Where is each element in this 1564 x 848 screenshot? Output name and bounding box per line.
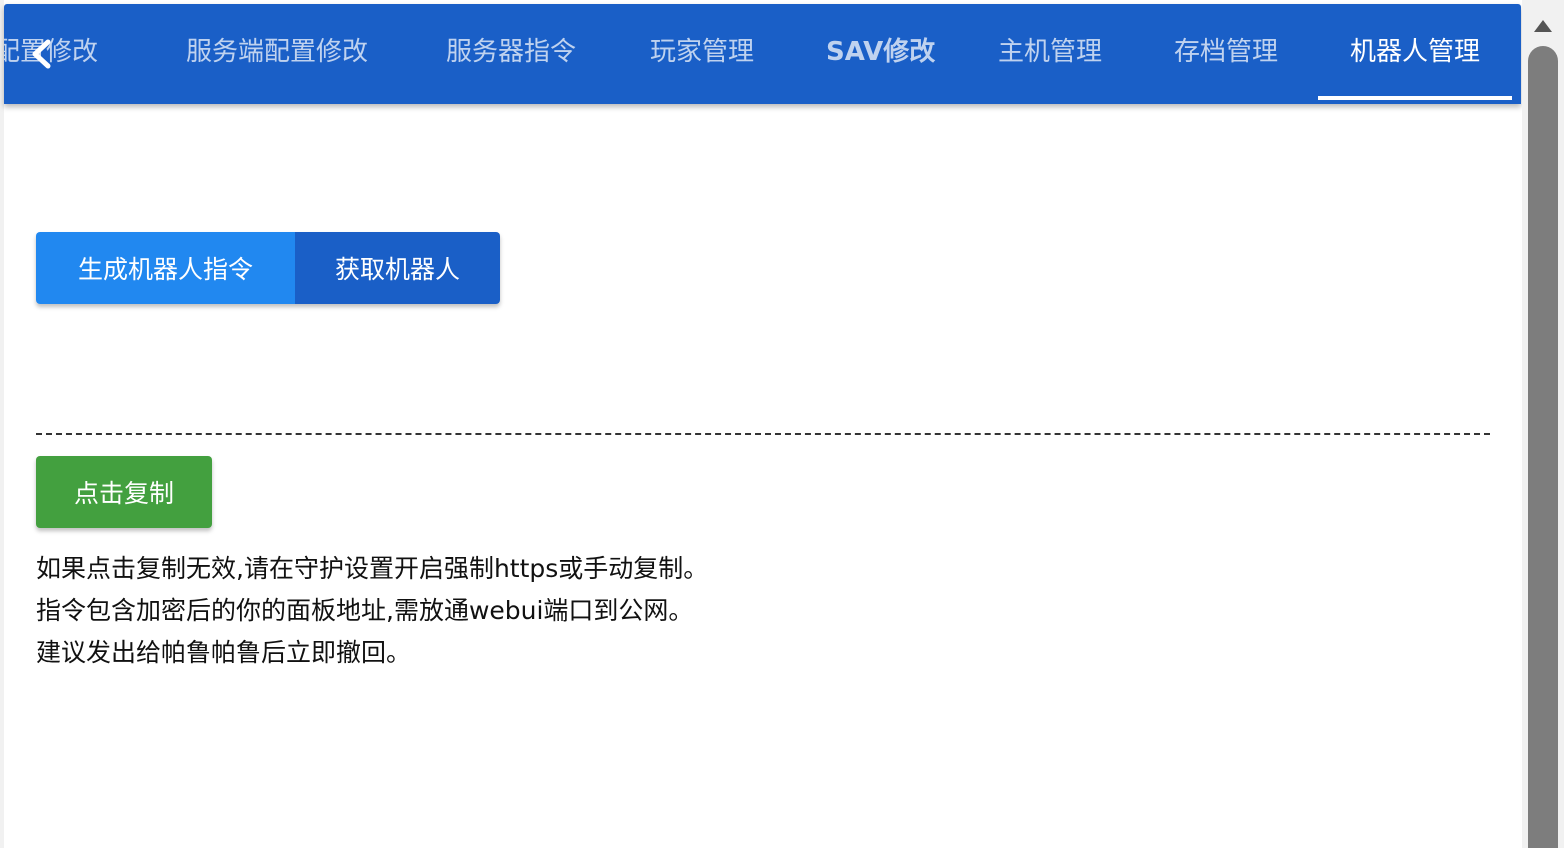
tab-bot-management[interactable]: 机器人管理 xyxy=(1317,4,1513,104)
note-line-1: 如果点击复制无效,请在守护设置开启强制https或手动复制。 xyxy=(36,554,709,583)
left-edge xyxy=(0,0,4,848)
help-notes: 如果点击复制无效,请在守护设置开启强制https或手动复制。 指令包含加密后的你… xyxy=(36,548,708,674)
tab-host-management[interactable]: 主机管理 xyxy=(998,4,1102,104)
generate-bot-command-button[interactable]: 生成机器人指令 xyxy=(36,232,295,304)
chevron-left-icon xyxy=(32,39,51,69)
bot-action-buttons: 生成机器人指令 获取机器人 xyxy=(36,232,500,304)
tabs-prev-button[interactable] xyxy=(24,36,58,72)
tab-player-management[interactable]: 玩家管理 xyxy=(650,4,754,104)
tab-server-commands[interactable]: 服务器指令 xyxy=(446,4,576,104)
scroll-thumb[interactable] xyxy=(1528,46,1558,848)
vertical-scrollbar[interactable] xyxy=(1522,0,1564,848)
fetch-bot-button[interactable]: 获取机器人 xyxy=(295,232,500,304)
page: 配置修改 服务端配置修改 服务器指令 玩家管理 SAV修改 主机管理 存档管理 … xyxy=(0,0,1564,848)
tab-bar: 配置修改 服务端配置修改 服务器指令 玩家管理 SAV修改 主机管理 存档管理 … xyxy=(4,4,1521,104)
copy-button[interactable]: 点击复制 xyxy=(36,456,212,528)
note-line-3: 建议发出给帕鲁帕鲁后立即撤回。 xyxy=(36,638,412,667)
tab-save-management[interactable]: 存档管理 xyxy=(1174,4,1278,104)
tab-sav-edit[interactable]: SAV修改 xyxy=(826,4,935,104)
note-line-2: 指令包含加密后的你的面板地址,需放通webui端口到公网。 xyxy=(36,596,694,625)
scroll-up-arrow-icon[interactable] xyxy=(1534,20,1552,32)
tab-server-config-edit[interactable]: 服务端配置修改 xyxy=(186,4,368,104)
dashed-divider xyxy=(36,433,1490,435)
